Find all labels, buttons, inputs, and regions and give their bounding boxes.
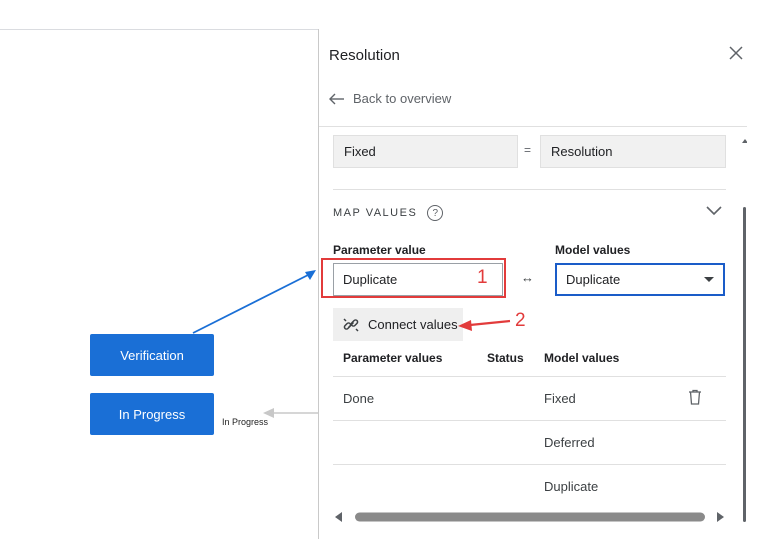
model-field: Resolution	[540, 135, 726, 168]
annotation-number-2: 2	[515, 310, 526, 331]
workflow-node-verification[interactable]: Verification	[90, 334, 214, 376]
map-values-header: MAP VALUES ?	[333, 205, 444, 221]
back-label: Back to overview	[353, 91, 452, 106]
edge-verification-to-panel	[192, 272, 313, 334]
equals-sign: =	[524, 143, 532, 157]
trash-icon[interactable]	[688, 389, 702, 405]
column-header-parameter-values: Parameter values	[343, 351, 443, 365]
model-values-select[interactable]: Duplicate	[555, 263, 725, 296]
table-row-2-model: Deferred	[544, 435, 595, 450]
workflow-edges	[192, 270, 318, 418]
column-header-model-values: Model values	[544, 351, 620, 365]
workflow-node-in-progress[interactable]: In Progress	[90, 393, 214, 435]
arrow-left-icon	[329, 93, 344, 104]
annotation-number-1: 1	[477, 267, 488, 288]
dropdown-caret-icon	[704, 277, 714, 282]
vertical-scrollbar[interactable]	[743, 207, 746, 522]
model-values-selected: Duplicate	[566, 272, 621, 287]
model-values-label: Model values	[555, 243, 631, 257]
chevron-down-icon[interactable]	[705, 205, 723, 217]
column-header-status: Status	[487, 351, 524, 365]
header-divider	[319, 126, 747, 127]
close-icon[interactable]	[727, 44, 745, 62]
panel-title: Resolution	[329, 47, 400, 64]
map-values-title: MAP VALUES	[333, 207, 418, 219]
back-to-overview-link[interactable]: Back to overview	[329, 91, 451, 106]
table-row-1-model: Fixed	[544, 391, 576, 406]
help-icon[interactable]: ?	[427, 205, 444, 221]
table-divider	[333, 376, 726, 377]
edge-label: In Progress	[222, 417, 269, 427]
parameter-field: Fixed	[333, 135, 518, 168]
link-icon	[343, 317, 359, 332]
table-row-3-model: Duplicate	[544, 479, 599, 494]
parameter-value-label: Parameter value	[333, 243, 426, 257]
table-row-divider	[333, 420, 726, 421]
connect-values-button[interactable]: Connect values	[333, 308, 463, 341]
swap-icon: ↔	[521, 270, 534, 285]
horizontal-scrollbar[interactable]	[333, 509, 726, 525]
vertical-scroll-up-icon[interactable]	[742, 139, 747, 143]
table-row-1-parameter: Done	[343, 391, 375, 406]
section-divider	[333, 189, 726, 190]
table-row-divider	[333, 464, 726, 465]
connect-values-label: Connect values	[368, 317, 458, 332]
